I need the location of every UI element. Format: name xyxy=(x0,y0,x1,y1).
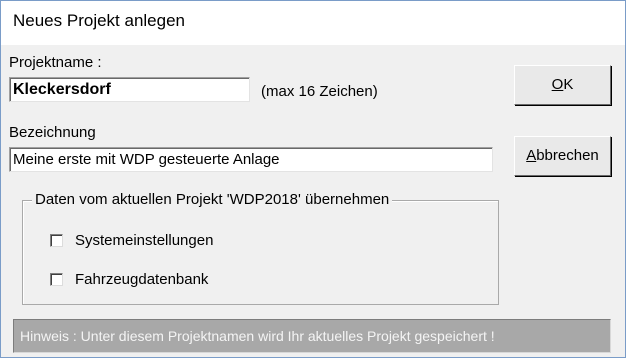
dialog-body: Projektname : Kleckersdorf (max 16 Zeich… xyxy=(1,45,625,357)
save-hint-bar: Hinweis : Unter diesem Projektnamen wird… xyxy=(13,319,611,353)
description-input[interactable]: Meine erste mit WDP gesteuerte Anlage xyxy=(9,147,493,172)
ok-button[interactable]: OK xyxy=(514,65,611,105)
vehicle-database-label: Fahrzeugdatenbank xyxy=(75,270,209,288)
system-settings-label: Systemeinstellungen xyxy=(75,231,214,249)
vehicle-database-checkbox[interactable] xyxy=(50,272,63,286)
cancel-button[interactable]: Abbrechen xyxy=(514,136,611,176)
title-bar[interactable]: Neues Projekt anlegen xyxy=(1,1,625,45)
ok-label: K xyxy=(563,76,574,93)
system-settings-checkbox[interactable] xyxy=(50,233,63,247)
copy-data-group-title: Daten vom aktuellen Projekt 'WDP2018' üb… xyxy=(32,191,393,208)
project-name-input[interactable]: Kleckersdorf xyxy=(9,77,250,102)
cancel-label: bbrechen xyxy=(536,147,599,164)
project-name-label: Projektname : xyxy=(9,54,102,71)
copy-data-groupbox: Daten vom aktuellen Projekt 'WDP2018' üb… xyxy=(22,191,499,305)
cancel-accel: A xyxy=(526,147,537,164)
description-label: Bezeichnung xyxy=(9,124,96,141)
new-project-dialog: Neues Projekt anlegen Projektname : Klec… xyxy=(0,0,626,358)
vehicle-database-option[interactable]: Fahrzeugdatenbank xyxy=(50,269,208,289)
ok-accel: O xyxy=(551,76,564,93)
dialog-title: Neues Projekt anlegen xyxy=(13,11,186,30)
system-settings-option[interactable]: Systemeinstellungen xyxy=(50,230,213,250)
project-name-max-hint: (max 16 Zeichen) xyxy=(261,83,378,100)
